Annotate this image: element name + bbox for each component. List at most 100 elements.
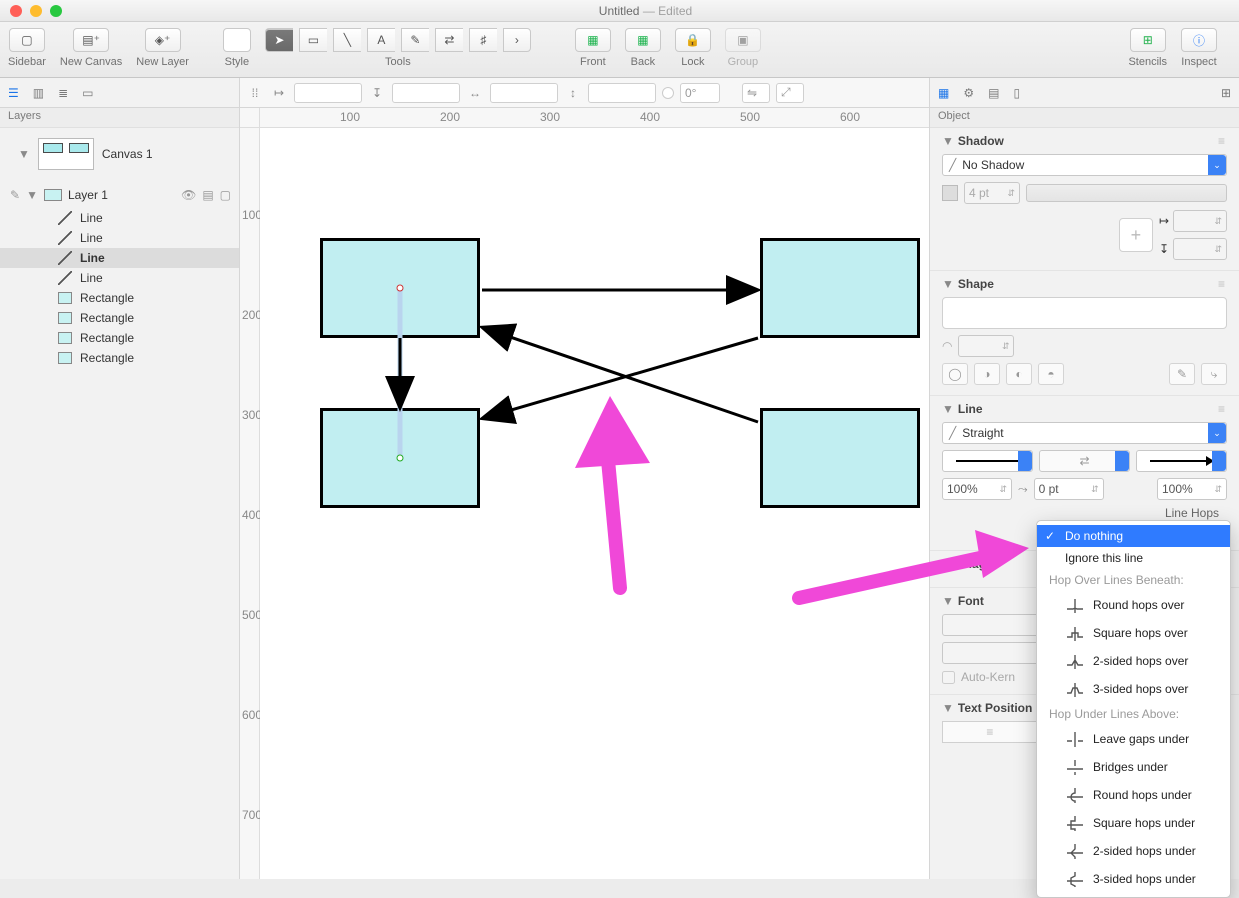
layer-visible-icon[interactable]: 👁 — [181, 188, 196, 202]
grid-inspector-tab-icon[interactable]: ⊞ — [1221, 86, 1231, 100]
diagram-tool-button[interactable]: ⇄ — [435, 28, 463, 52]
toggle-sidebar-button[interactable]: ▢ — [9, 28, 45, 52]
group-button[interactable]: ▣ — [725, 28, 761, 52]
shadow-type-select[interactable]: ╱ No Shadow ⌄ — [942, 154, 1227, 176]
zoom-window-button[interactable] — [50, 5, 62, 17]
canvas-disclosure-icon[interactable]: ▼ — [18, 147, 30, 161]
menu-item-do-nothing[interactable]: ✓Do nothing — [1037, 525, 1230, 547]
selection-tool-button[interactable]: ➤ — [265, 28, 293, 52]
ruler-horizontal[interactable]: 100 200 300 400 500 600 700 — [260, 108, 929, 128]
line-hops-menu[interactable]: ✓Do nothing Ignore this line Hop Over Li… — [1036, 520, 1231, 898]
close-window-button[interactable] — [10, 5, 22, 17]
outline-item-line[interactable]: Line — [0, 248, 239, 268]
layer-disclosure-icon[interactable]: ▼ — [26, 188, 38, 202]
shape-tool-button[interactable]: ▭ — [299, 28, 327, 52]
send-back-button[interactable]: ▦ — [625, 28, 661, 52]
object-inspector-tab-icon[interactable]: ▦ — [938, 86, 949, 100]
point-tool-button[interactable]: ♯ — [469, 28, 497, 52]
text-tool-button[interactable]: A — [367, 28, 395, 52]
canvas-area[interactable] — [260, 128, 929, 879]
line-head-style-select[interactable] — [1136, 450, 1227, 472]
layers-tab-icon[interactable]: ☰ — [8, 86, 19, 100]
outline-tab-icon[interactable]: ≣ — [58, 86, 68, 100]
align-left-button[interactable]: ≡ — [942, 721, 1037, 743]
line-tool-button[interactable]: ╲ — [333, 28, 361, 52]
shape-picker-well[interactable] — [942, 297, 1227, 329]
shadow-blur-field[interactable]: 4 pt — [964, 182, 1020, 204]
shape-op-4-button[interactable]: ◓ — [1038, 363, 1064, 385]
align-y-icon[interactable]: ↧ — [368, 84, 386, 102]
inspect-button[interactable]: ⓘ — [1181, 28, 1217, 52]
menu-item-square-under[interactable]: Square hops under — [1037, 809, 1230, 837]
menu-item-2sided-over[interactable]: 2-sided hops over — [1037, 647, 1230, 675]
line-tail-style-select[interactable] — [942, 450, 1033, 472]
line-type-select[interactable]: ╱ Straight ⌄ — [942, 422, 1227, 444]
layer-row[interactable]: ✎ ▼ Layer 1 👁 ▤ ▢ — [0, 182, 239, 208]
shape-op-2-button[interactable]: ◑ — [974, 363, 1000, 385]
outline-item-line[interactable]: Line — [0, 268, 239, 288]
menu-item-3sided-over[interactable]: 3-sided hops over — [1037, 675, 1230, 703]
canvas-rectangle[interactable] — [760, 408, 920, 508]
align-x-icon[interactable]: ↦ — [270, 84, 288, 102]
line-head-scale-field[interactable]: 100% — [1157, 478, 1227, 500]
outline-item-rectangle[interactable]: Rectangle — [0, 288, 239, 308]
menu-item-gaps-under[interactable]: Leave gaps under — [1037, 725, 1230, 753]
shape-edit-points-button[interactable]: ✎ — [1169, 363, 1195, 385]
menu-item-round-over[interactable]: Round hops over — [1037, 591, 1230, 619]
outline-item-rectangle[interactable]: Rectangle — [0, 308, 239, 328]
menu-item-3sided-under[interactable]: 3-sided hops under — [1037, 865, 1230, 893]
properties-inspector-tab-icon[interactable]: ⚙ — [963, 86, 974, 100]
outline-item-rectangle[interactable]: Rectangle — [0, 328, 239, 348]
menu-item-ignore-line[interactable]: Ignore this line — [1037, 547, 1230, 569]
minimize-window-button[interactable] — [30, 5, 42, 17]
width-field[interactable] — [490, 83, 558, 103]
x-position-field[interactable] — [294, 83, 362, 103]
menu-item-bridges-under[interactable]: Bridges under — [1037, 753, 1230, 781]
height-icon[interactable]: ↕ — [564, 84, 582, 102]
shadow-y-field[interactable] — [1173, 238, 1227, 260]
new-layer-button[interactable]: ◈⁺ — [145, 28, 181, 52]
document-inspector-tab-icon[interactable]: ▯ — [1013, 86, 1020, 100]
height-field[interactable] — [588, 83, 656, 103]
layer-print-icon[interactable]: ▤ — [202, 188, 213, 202]
shape-make-editable-button[interactable]: ⤷ — [1201, 363, 1227, 385]
shadow-opacity-slider[interactable] — [1026, 184, 1227, 202]
canvas-row[interactable]: ▼ Canvas 1 — [0, 128, 239, 182]
rotation-field[interactable]: 0° — [680, 83, 720, 103]
style-well-button[interactable] — [223, 28, 251, 52]
canvas-rectangle[interactable] — [320, 238, 480, 338]
menu-item-2sided-under[interactable]: 2-sided hops under — [1037, 837, 1230, 865]
canvas-rectangle[interactable] — [320, 408, 480, 508]
width-icon[interactable]: ↔ — [466, 84, 484, 102]
menu-item-round-under[interactable]: Round hops under — [1037, 781, 1230, 809]
menu-item-square-over[interactable]: Square hops over — [1037, 619, 1230, 647]
line-tail-scale-field[interactable]: 100% — [942, 478, 1012, 500]
pen-tool-button[interactable]: ✎ — [401, 28, 429, 52]
canvas-rectangle[interactable] — [760, 238, 920, 338]
corner-radius-field[interactable] — [958, 335, 1014, 357]
line-curve-field[interactable]: 0 pt — [1034, 478, 1104, 500]
outline-item-line[interactable]: Line — [0, 208, 239, 228]
shadow-x-field[interactable] — [1173, 210, 1227, 232]
shape-op-3-button[interactable]: ◐ — [1006, 363, 1032, 385]
bring-front-button[interactable]: ▦ — [575, 28, 611, 52]
lock-button[interactable]: 🔒 — [675, 28, 711, 52]
angle-dial-icon[interactable] — [662, 87, 674, 99]
flip-h-button[interactable]: ⇋ — [742, 83, 770, 103]
flip-v-button[interactable]: ⤢ — [776, 83, 804, 103]
new-canvas-button[interactable]: ▤⁺ — [73, 28, 109, 52]
guides-tab-icon[interactable]: ▥ — [33, 86, 44, 100]
outline-item-line[interactable]: Line — [0, 228, 239, 248]
outline-item-rectangle[interactable]: Rectangle — [0, 348, 239, 368]
ruler-origin[interactable] — [240, 108, 260, 128]
stencils-button[interactable]: ⊞ — [1130, 28, 1166, 52]
ruler-vertical[interactable]: 100 200 300 400 500 600 700 — [240, 128, 260, 879]
shape-op-1-button[interactable]: ◯ — [942, 363, 968, 385]
expand-tools-button[interactable]: › — [503, 28, 531, 52]
line-direction-select[interactable]: ⇄ — [1039, 450, 1130, 472]
shadow-color-well[interactable] — [942, 185, 958, 201]
layer-lock-icon[interactable]: ▢ — [220, 188, 231, 202]
shadow-offset-target[interactable]: + — [1119, 218, 1153, 252]
canvas-inspector-tab-icon[interactable]: ▤ — [988, 86, 999, 100]
y-position-field[interactable] — [392, 83, 460, 103]
